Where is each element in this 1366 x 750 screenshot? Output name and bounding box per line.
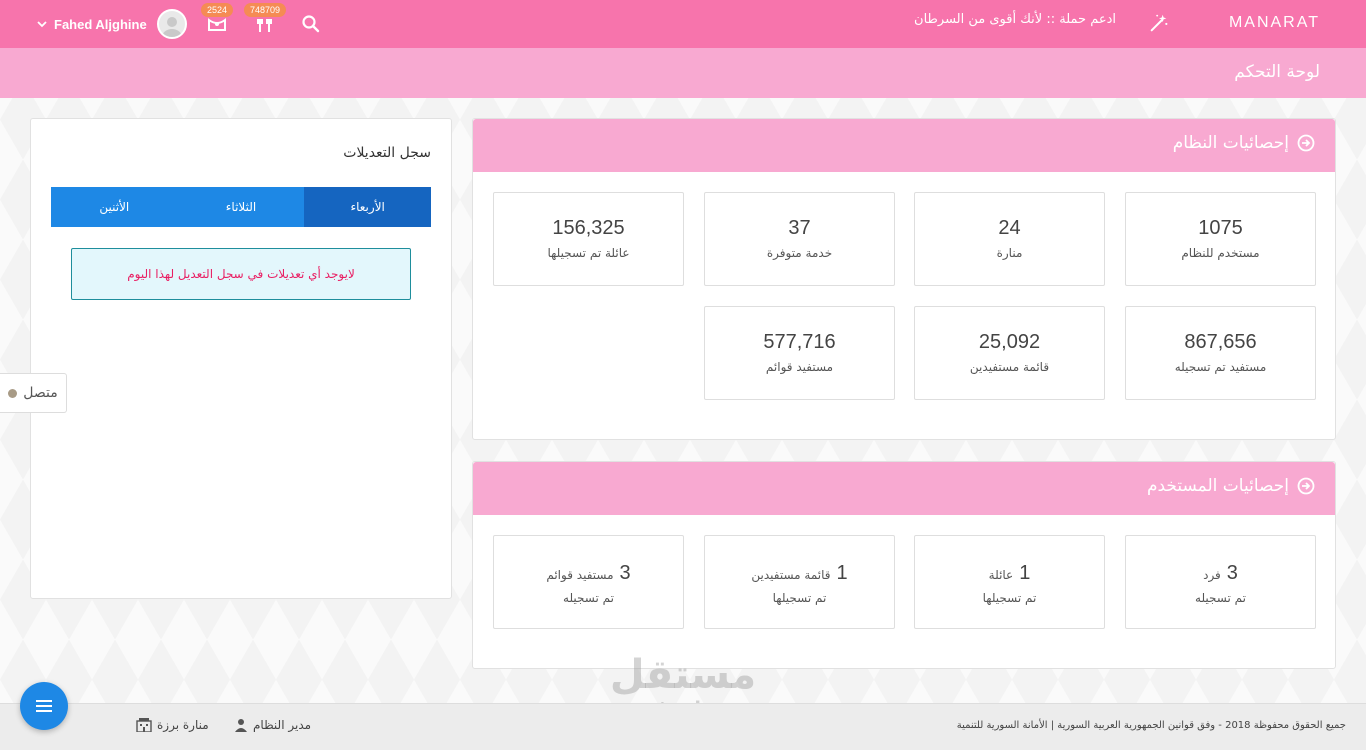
changelog-title: سجل التعديلات <box>343 145 431 161</box>
avatar <box>156 9 187 39</box>
location-label: منارة برزة <box>157 718 209 732</box>
footer-role: مدير النظام <box>234 718 311 732</box>
stat-value: 3 <box>1226 562 1238 584</box>
page-title: لوحة التحكم <box>1234 62 1320 82</box>
system-stats-title: إحصائيات النظام <box>1172 133 1289 153</box>
hamburger-menu-icon <box>36 700 52 712</box>
orders-badge: 748709 <box>243 3 287 17</box>
stat-value: 1 <box>1019 562 1031 584</box>
online-status-tab[interactable]: متصل <box>0 373 67 413</box>
stat-card-services: 37 خدمة متوفرة <box>704 192 895 286</box>
user-stat-families: 1 عائلة تم تسجيلها <box>914 535 1105 629</box>
footer: جميع الحقوق محفوظة 2018 - وفق قوانين الج… <box>0 703 1366 750</box>
stat-card-list-beneficiaries: 577,716 مستفيد قوائم <box>704 306 895 400</box>
user-stat-lists: 1 قائمة مستفيدين تم تسجيلها <box>704 535 895 629</box>
stat-value: 37 <box>788 217 811 239</box>
tab-monday[interactable]: الأثنين <box>50 187 178 227</box>
building-icon <box>136 718 152 732</box>
tab-tuesday[interactable]: الثلاثاء <box>177 187 305 227</box>
top-navbar: MANARAT ادعم حملة :: لأنك أقوى من السرطا… <box>0 0 1366 48</box>
changelog-panel: سجل التعديلات الأربعاء الثلاثاء الأثنين … <box>30 118 452 599</box>
user-menu[interactable]: Fahed Aljghine <box>36 8 187 40</box>
orders-notification[interactable]: 748709 <box>243 3 287 40</box>
search-icon[interactable] <box>301 14 321 34</box>
user-name: Fahed Aljghine <box>54 16 147 32</box>
floating-menu-button[interactable] <box>20 682 68 730</box>
footer-location: منارة برزة <box>136 718 209 732</box>
stat-value: 1 <box>836 562 848 584</box>
online-label: متصل <box>23 385 58 401</box>
system-stats-panel: إحصائيات النظام 1075 مستخدم للنظام 24 من… <box>472 118 1336 440</box>
empty-changelog-alert: لايوجد أي تعديلات في سجل التعديل لهذا ال… <box>71 248 411 300</box>
system-stats-header: إحصائيات النظام <box>473 119 1335 172</box>
stat-label: مستخدم للنظام <box>1181 246 1260 260</box>
messages-badge: 2524 <box>200 3 234 17</box>
stat-value: 3 <box>619 562 631 584</box>
brand-logo[interactable]: MANARAT <box>1229 14 1320 32</box>
role-label: مدير النظام <box>253 718 312 732</box>
stat-card-beneficiaries: 867,656 مستفيد تم تسجيله <box>1125 306 1316 400</box>
stat-value: 156,325 <box>552 217 625 239</box>
stat-value: 24 <box>998 217 1021 239</box>
stat-label: تم تسجيله <box>1195 591 1246 605</box>
stat-value: 1075 <box>1198 217 1243 239</box>
stat-card-beneficiary-lists: 25,092 قائمة مستفيدين <box>914 306 1105 400</box>
stat-card-families: 156,325 عائلة تم تسجيلها <box>493 192 684 286</box>
user-stats-panel: إحصائيات المستخدم 3 فرد تم تسجيله 1 عائلة … <box>472 461 1336 669</box>
campaign-link[interactable]: ادعم حملة :: لأنك أقوى من السرطان <box>914 12 1116 27</box>
page-header: لوحة التحكم <box>0 48 1366 98</box>
user-stat-list-beneficiaries: 3 مستفيد قوائم تم تسجيله <box>493 535 684 629</box>
messages-notification[interactable]: 2524 <box>200 3 234 40</box>
watermark-arabic: مستقل <box>609 652 757 698</box>
user-avatar-icon <box>161 17 182 37</box>
stat-card-users: 1075 مستخدم للنظام <box>1125 192 1316 286</box>
stat-unit: مستفيد قوائم <box>546 568 614 582</box>
status-dot-icon <box>8 388 18 398</box>
chevron-down-icon <box>37 21 47 28</box>
stat-unit: قائمة مستفيدين <box>751 568 831 582</box>
changelog-tabs: الأربعاء الثلاثاء الأثنين <box>50 187 431 227</box>
user-stats-title: إحصائيات المستخدم <box>1146 476 1289 496</box>
tab-wednesday[interactable]: الأربعاء <box>304 187 431 227</box>
magic-wand-icon[interactable] <box>1148 12 1170 34</box>
stat-label: عائلة تم تسجيلها <box>547 246 630 260</box>
stat-value: 577,716 <box>763 331 836 353</box>
circle-arrow-right-icon <box>1297 134 1315 152</box>
stat-label: منارة <box>996 246 1023 260</box>
messages-icon <box>208 18 226 31</box>
stat-label: خدمة متوفرة <box>766 246 833 260</box>
stat-card-manarat: 24 منارة <box>914 192 1105 286</box>
stat-value: 25,092 <box>978 331 1041 353</box>
stat-label: تم تسجيلها <box>772 591 827 605</box>
user-stats-header: إحصائيات المستخدم <box>473 462 1335 515</box>
user-stat-individuals: 3 فرد تم تسجيله <box>1125 535 1316 629</box>
stat-unit: عائلة <box>988 568 1014 582</box>
stat-label: مستفيد قوائم <box>765 360 834 374</box>
cutlery-icon <box>257 19 272 32</box>
circle-arrow-right-icon <box>1297 477 1315 495</box>
copyright-text: جميع الحقوق محفوظة 2018 - وفق قوانين الج… <box>956 720 1346 731</box>
stat-label: تم تسجيلها <box>982 591 1037 605</box>
stat-value: 867,656 <box>1184 331 1257 353</box>
stat-label: تم تسجيله <box>563 591 614 605</box>
stat-unit: فرد <box>1203 568 1221 582</box>
stat-label: مستفيد تم تسجيله <box>1174 360 1267 374</box>
stat-label: قائمة مستفيدين <box>969 360 1050 374</box>
user-icon <box>235 719 247 732</box>
